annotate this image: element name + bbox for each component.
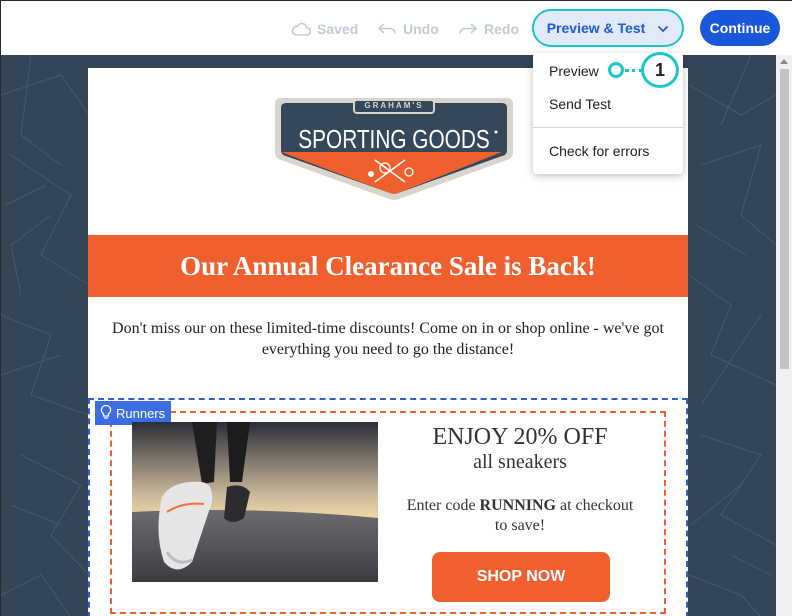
menu-item-send-test[interactable]: Send Test — [549, 96, 611, 112]
intro-text[interactable]: Don't miss our on these limited-time dis… — [108, 318, 668, 360]
menu-divider — [533, 127, 683, 128]
block-tag-label: Runners — [116, 405, 166, 421]
redo-icon — [458, 22, 478, 36]
runner-shoe-image[interactable] — [132, 422, 378, 582]
undo-button[interactable]: Undo — [377, 19, 439, 39]
editor-toolbar: Saved Undo Redo Preview & Test Continue — [1, 1, 792, 55]
offer-title[interactable]: ENJOY 20% OFF — [404, 424, 636, 450]
saved-status: Saved — [291, 19, 358, 39]
chevron-down-icon — [657, 20, 669, 36]
redo-button[interactable]: Redo — [458, 19, 519, 39]
scroll-up-arrow-icon[interactable] — [780, 59, 788, 64]
sale-banner[interactable]: Our Annual Clearance Sale is Back! — [88, 235, 688, 297]
preview-test-button[interactable]: Preview & Test — [532, 9, 684, 47]
logo-top-text: GRAHAM'S — [364, 101, 424, 110]
callout-number-badge: 1 — [641, 52, 679, 88]
continue-button[interactable]: Continue — [700, 10, 780, 46]
cloud-icon — [291, 22, 311, 36]
code-prefix: Enter code — [406, 497, 480, 514]
undo-icon — [377, 22, 397, 36]
banner-title: Our Annual Clearance Sale is Back! — [180, 250, 596, 281]
vertical-scrollbar[interactable] — [776, 55, 792, 616]
menu-item-preview[interactable]: Preview — [549, 63, 599, 79]
promo-code: RUNNING — [479, 497, 556, 514]
undo-label: Undo — [403, 21, 439, 37]
preview-test-label: Preview & Test — [546, 20, 646, 36]
callout-dot — [608, 62, 624, 78]
shop-now-button[interactable]: SHOP NOW — [432, 552, 610, 602]
offer-code-text[interactable]: Enter code RUNNING at checkout to save! — [404, 496, 636, 536]
redo-label: Redo — [484, 21, 519, 37]
scroll-thumb[interactable] — [780, 69, 789, 369]
saved-label: Saved — [317, 21, 359, 37]
lightbulb-icon — [100, 404, 112, 423]
menu-item-check-errors[interactable]: Check for errors — [549, 143, 649, 159]
offer-subtitle[interactable]: all sneakers — [404, 451, 636, 474]
logo-main-text: SPORTING GOODS — [298, 124, 490, 154]
